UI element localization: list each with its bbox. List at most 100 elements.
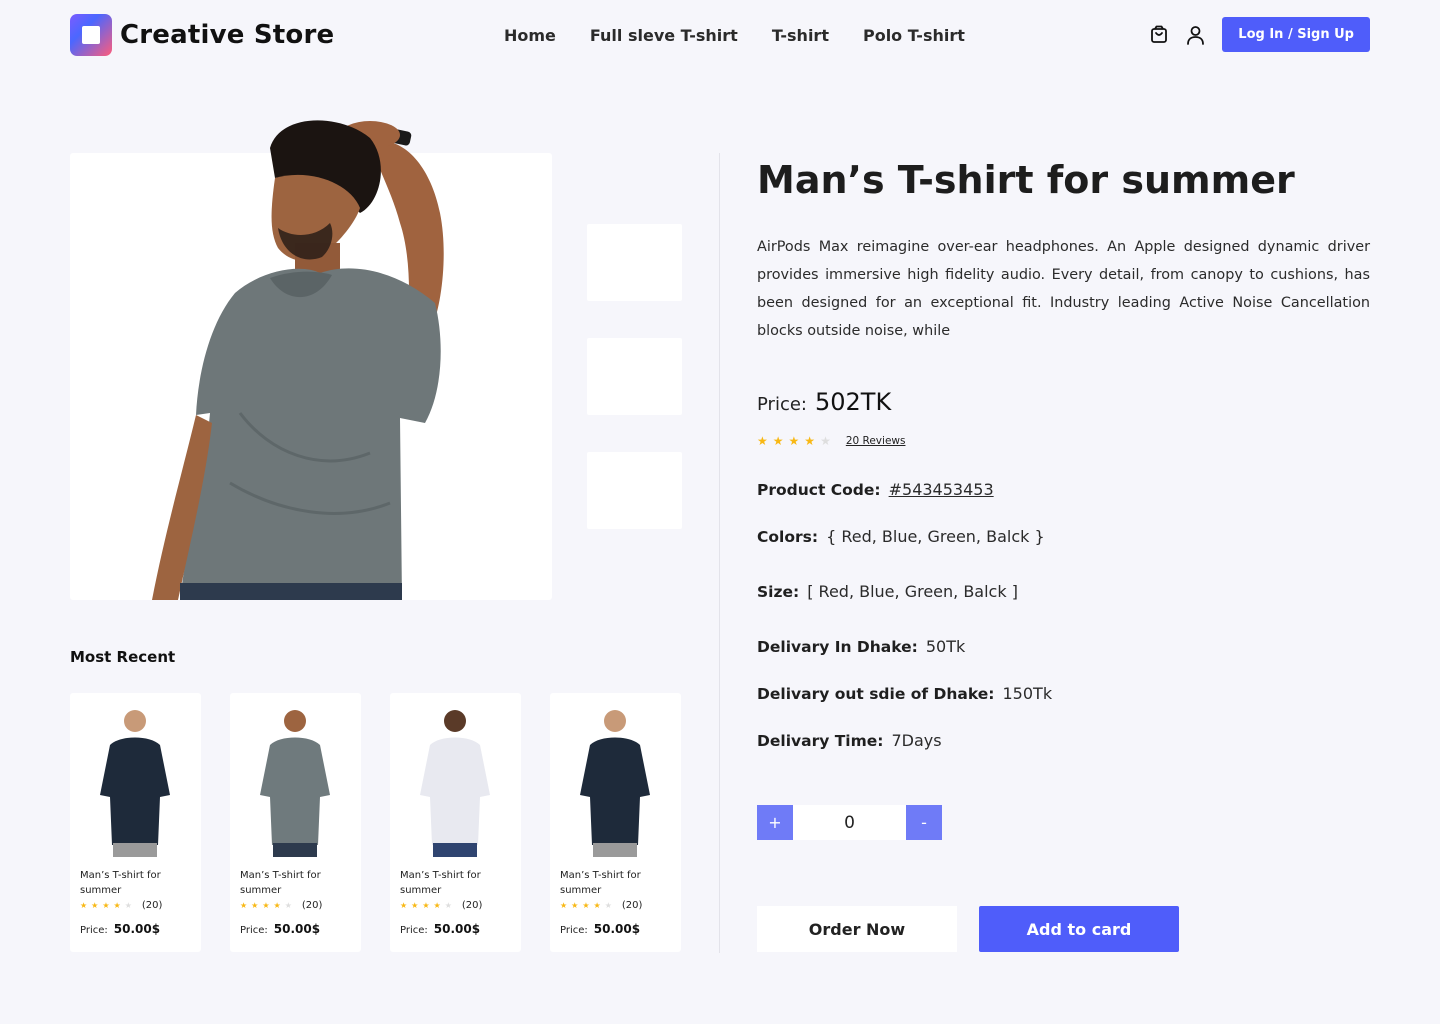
card-rating: ★ ★ ★ ★ ★ (20) — [240, 900, 322, 911]
card-price: Price: 50.00$ — [240, 922, 320, 936]
recent-product-card[interactable]: Man’s T-shirt for summer ★ ★ ★ ★ ★ (20) … — [390, 693, 521, 952]
card-price-value: 50.00$ — [593, 922, 641, 936]
delivery-out-row: Delivary out sdie of Dhake: 150Tk — [757, 684, 1052, 703]
card-price-value: 50.00$ — [433, 922, 481, 936]
product-rating: ★ ★ ★ ★ ★ 20 Reviews — [757, 434, 905, 448]
logo-icon — [70, 14, 112, 56]
quantity-input[interactable] — [793, 805, 906, 840]
price-label: Price: — [757, 394, 807, 415]
star-icon: ★ — [560, 900, 568, 910]
card-price-label: Price: — [240, 925, 268, 936]
product-thumbnail[interactable] — [587, 224, 682, 301]
price-value: 502TK — [814, 388, 892, 416]
star-icon: ★ — [804, 434, 816, 448]
product-photo — [580, 710, 650, 857]
card-review-count: (20) — [621, 900, 643, 911]
star-icon: ★ — [433, 900, 441, 910]
product-thumbnail[interactable] — [587, 452, 682, 529]
product-code-label: Product Code: — [757, 481, 881, 499]
star-icon: ★ — [400, 900, 408, 910]
increase-quantity-button[interactable]: + — [757, 805, 793, 840]
nav-item-full-sleeve[interactable]: Full sleve T-shirt — [590, 26, 738, 45]
product-photo — [100, 710, 170, 857]
delivery-out-label: Delivary out sdie of Dhake: — [757, 685, 995, 703]
card-product-name: Man’s T-shirt for summer — [240, 870, 321, 896]
star-icon: ★ — [262, 900, 270, 910]
nav-item-tshirt[interactable]: T-shirt — [772, 26, 829, 45]
colors-value: { Red, Blue, Green, Balck } — [826, 527, 1045, 546]
delivery-in-value: 50Tk — [925, 637, 966, 656]
nav-item-home[interactable]: Home — [504, 26, 556, 45]
star-icon: ★ — [593, 900, 601, 910]
reviews-link[interactable]: 20 Reviews — [846, 435, 906, 447]
brand-logo[interactable]: Creative Store — [70, 14, 334, 56]
product-code-value[interactable]: #543453453 — [889, 480, 994, 499]
delivery-in-label: Delivary In Dhake: — [757, 638, 918, 656]
card-price-value: 50.00$ — [273, 922, 321, 936]
product-description: AirPods Max reimagine over-ear headphone… — [757, 239, 1370, 339]
decrease-quantity-button[interactable]: - — [906, 805, 942, 840]
colors-row: Colors: { Red, Blue, Green, Balck } — [757, 527, 1045, 546]
delivery-out-value: 150Tk — [1002, 684, 1053, 703]
star-icon: ★ — [820, 434, 831, 448]
size-label: Size: — [757, 583, 800, 601]
star-icon: ★ — [102, 900, 110, 910]
card-review-count: (20) — [461, 900, 483, 911]
size-row: Size: [ Red, Blue, Green, Balck ] — [757, 582, 1018, 601]
login-signup-button[interactable]: Log In / Sign Up — [1222, 17, 1370, 52]
product-price: Price: 502TK — [757, 388, 891, 416]
card-rating: ★ ★ ★ ★ ★ (20) — [80, 900, 162, 911]
delivery-in-row: Delivary In Dhake: 50Tk — [757, 637, 965, 656]
star-icon: ★ — [113, 900, 121, 910]
star-icon: ★ — [91, 900, 99, 910]
card-product-name: Man’s T-shirt for summer — [80, 870, 161, 896]
card-product-name: Man’s T-shirt for summer — [560, 870, 641, 896]
main-nav: Home Full sleve T-shirt T-shirt Polo T-s… — [504, 26, 965, 45]
size-value: [ Red, Blue, Green, Balck ] — [807, 582, 1018, 601]
card-rating: ★ ★ ★ ★ ★ (20) — [400, 900, 482, 911]
card-rating: ★ ★ ★ ★ ★ (20) — [560, 900, 642, 911]
card-price: Price: 50.00$ — [400, 922, 480, 936]
star-icon: ★ — [240, 900, 248, 910]
product-photo — [152, 120, 444, 600]
card-price: Price: 50.00$ — [560, 922, 640, 936]
star-icon: ★ — [757, 434, 768, 448]
user-icon[interactable] — [1183, 23, 1207, 47]
recent-product-card[interactable]: Man’s T-shirt for summer ★ ★ ★ ★ ★ (20) … — [70, 693, 201, 952]
order-now-button[interactable]: Order Now — [757, 906, 957, 952]
delivery-time-label: Delivary Time: — [757, 732, 884, 750]
delivery-time-row: Delivary Time: 7Days — [757, 731, 942, 750]
card-price: Price: 50.00$ — [80, 922, 160, 936]
card-price-label: Price: — [80, 925, 108, 936]
card-product-name: Man’s T-shirt for summer — [400, 870, 481, 896]
delivery-time-value: 7Days — [891, 731, 942, 750]
product-photo — [260, 710, 330, 857]
most-recent-heading: Most Recent — [70, 648, 176, 666]
product-thumbnail[interactable] — [587, 338, 682, 415]
brand-name: Creative Store — [120, 20, 335, 50]
card-price-value: 50.00$ — [113, 922, 161, 936]
most-recent-list: Man’s T-shirt for summer ★ ★ ★ ★ ★ (20) … — [70, 693, 681, 952]
product-title: Man’s T-shirt for summer — [757, 158, 1295, 202]
star-icon: ★ — [80, 900, 88, 910]
card-price-label: Price: — [560, 925, 588, 936]
card-review-count: (20) — [141, 900, 163, 911]
add-to-cart-button[interactable]: Add to card — [979, 906, 1179, 952]
star-icon: ★ — [273, 900, 281, 910]
recent-product-card[interactable]: Man’s T-shirt for summer ★ ★ ★ ★ ★ (20) … — [230, 693, 361, 952]
header-actions: Log In / Sign Up — [1147, 17, 1370, 52]
colors-label: Colors: — [757, 528, 819, 546]
section-divider — [719, 153, 720, 953]
star-icon: ★ — [571, 900, 579, 910]
recent-product-card[interactable]: Man’s T-shirt for summer ★ ★ ★ ★ ★ (20) … — [550, 693, 681, 952]
star-icon: ★ — [284, 900, 292, 910]
shopping-bag-icon[interactable] — [1147, 23, 1171, 47]
quantity-stepper: + - — [757, 805, 942, 840]
star-icon: ★ — [604, 900, 612, 910]
star-icon: ★ — [124, 900, 132, 910]
nav-item-polo[interactable]: Polo T-shirt — [863, 26, 965, 45]
product-photo — [420, 710, 490, 857]
product-main-image — [70, 120, 552, 600]
star-icon: ★ — [772, 434, 784, 448]
star-icon: ★ — [788, 434, 800, 448]
